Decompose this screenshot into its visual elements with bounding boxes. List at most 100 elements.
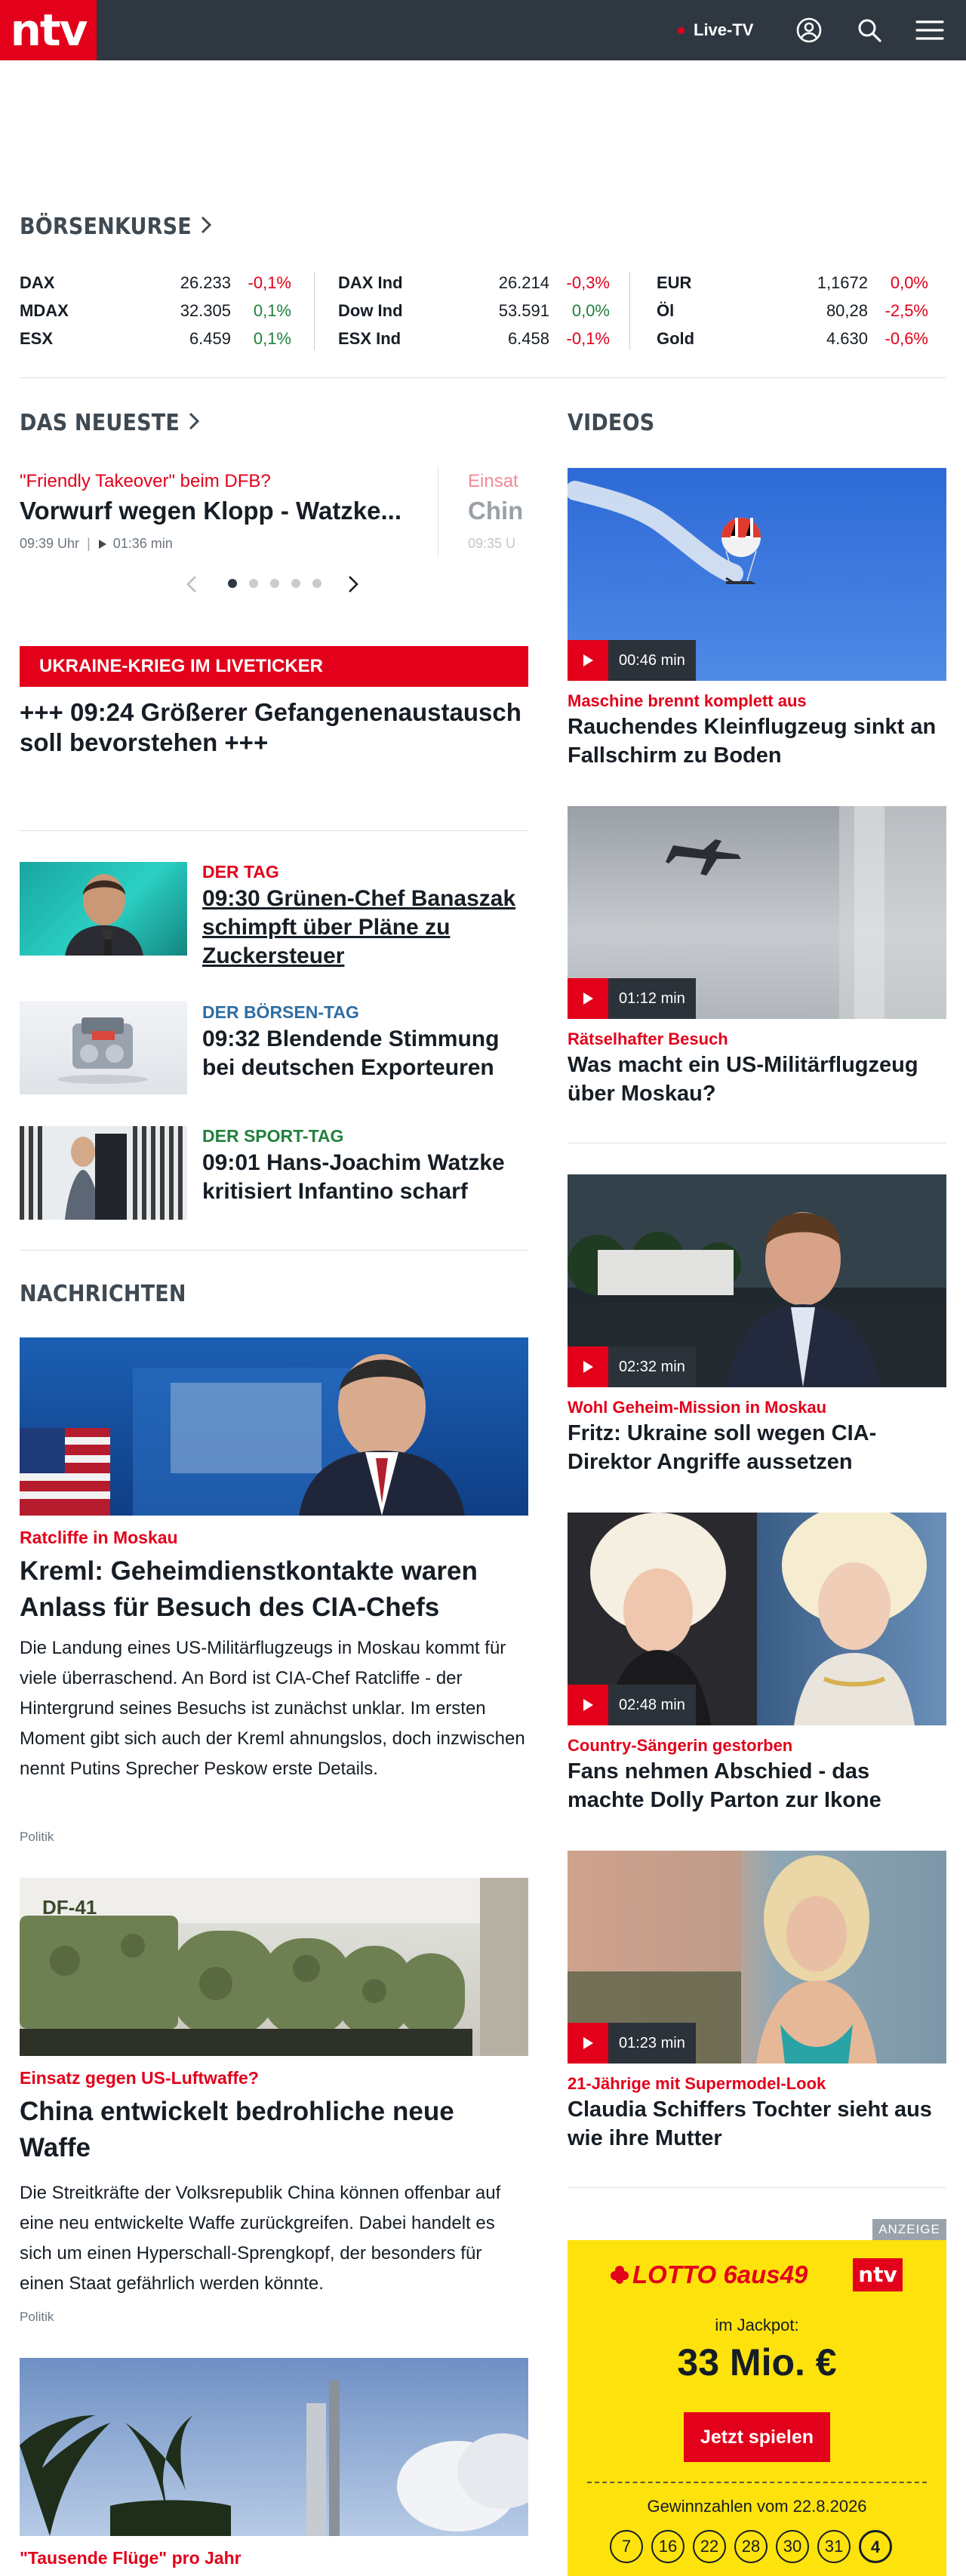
news-article-image[interactable] <box>20 1337 528 1516</box>
day-item-kicker: DER TAG <box>202 862 279 882</box>
video-thumbnail[interactable]: 01:12 min <box>568 806 946 1019</box>
carousel-dot[interactable] <box>249 579 258 588</box>
ad-ntv-logo: ntv <box>853 2258 903 2291</box>
menu-icon[interactable] <box>913 14 946 47</box>
market-value: 1,1672 <box>817 272 868 292</box>
liveticker-headline[interactable]: +++ 09:24 Größerer Gefangenenaustausch s… <box>20 697 533 758</box>
news-teaser: Die Streitkräfte der Volksrepublik China… <box>20 2183 501 2294</box>
clover-icon <box>610 2265 629 2285</box>
news-headline[interactable]: China entwickelt bedrohliche neue Waffe <box>20 2094 528 2166</box>
divider <box>20 830 528 831</box>
video-thumbnail[interactable]: 02:48 min <box>568 1505 946 1725</box>
market-row[interactable]: Öl 80,28 -2,5% <box>657 297 943 325</box>
video-duration: 00:46 min <box>608 640 696 681</box>
play-icon <box>98 539 107 549</box>
top-navigation-bar: ntv Live-TV <box>0 0 966 60</box>
carousel-dot[interactable] <box>312 579 321 588</box>
carousel-dot[interactable] <box>270 579 279 588</box>
latest-next-kicker: Einsat <box>468 471 518 491</box>
markets-title: BÖRSENKURSE <box>20 214 192 240</box>
market-row[interactable]: ESX 6.459 0,1% <box>20 325 306 352</box>
lotto-number: 7 <box>610 2530 643 2563</box>
day-item-kicker: DER BÖRSEN-TAG <box>202 1002 359 1022</box>
news-category[interactable]: Politik <box>20 1830 54 1845</box>
lotto-number: 16 <box>651 2530 685 2563</box>
day-item-headline[interactable]: 09:01 Hans-Joachim Watzke kritisiert Inf… <box>202 1149 531 1206</box>
carousel-next-button[interactable] <box>347 575 359 597</box>
video-headline[interactable]: Was macht ein US-Militärflugzeug über Mo… <box>568 1051 946 1108</box>
carousel-prev-button[interactable] <box>186 575 198 597</box>
day-item-thumbnail[interactable] <box>20 862 187 956</box>
play-icon <box>568 978 608 1019</box>
news-category[interactable]: Politik <box>20 2310 54 2325</box>
market-row[interactable]: EUR 1,1672 0,0% <box>657 269 943 297</box>
market-name: MDAX <box>20 300 69 320</box>
day-item-thumbnail[interactable] <box>20 1126 187 1220</box>
search-icon[interactable] <box>853 14 886 47</box>
day-item-kicker: DER SPORT-TAG <box>202 1126 344 1146</box>
video-headline[interactable]: Claudia Schiffers Tochter sieht aus wie … <box>568 2095 946 2153</box>
video-duration-badge: 01:12 min <box>568 978 696 1019</box>
chevron-right-icon <box>189 409 200 438</box>
latest-heading[interactable]: DAS NEUESTE <box>20 409 200 438</box>
latest-duration: 01:36 min <box>112 536 173 551</box>
videos-title: VIDEOS <box>568 410 655 436</box>
play-icon <box>568 1346 608 1387</box>
market-row[interactable]: MDAX 32.305 0,1% <box>20 297 306 325</box>
market-row[interactable]: Gold 4.630 -0,6% <box>657 325 943 352</box>
market-name: EUR <box>657 272 692 292</box>
divider <box>20 377 946 378</box>
divider <box>568 2187 946 2188</box>
day-item-thumbnail[interactable] <box>20 1001 187 1094</box>
market-change: 0,1% <box>253 328 291 348</box>
latest-item[interactable]: "Friendly Takeover" beim DFB? Vorwurf we… <box>20 466 427 557</box>
video-thumbnail[interactable]: 01:23 min <box>568 1851 946 2064</box>
winning-numbers-label: Gewinnzahlen vom 22.8.2026 <box>647 2497 867 2516</box>
markets-heading[interactable]: BÖRSENKURSE <box>20 213 212 242</box>
lotto-superzahl: 4 <box>859 2530 892 2563</box>
video-thumbnail[interactable]: 02:32 min <box>568 1174 946 1387</box>
carousel-dot[interactable] <box>291 579 300 588</box>
winning-numbers: 7 16 22 28 30 31 4 <box>610 2530 892 2563</box>
ntv-logo[interactable]: ntv <box>0 0 97 60</box>
divider <box>629 272 630 350</box>
video-headline[interactable]: Fritz: Ukraine soll wegen CIA-Direktor A… <box>568 1419 946 1476</box>
latest-time: 09:39 Uhr <box>20 536 80 551</box>
carousel-dots <box>228 579 321 588</box>
market-name: DAX Ind <box>338 272 403 292</box>
market-row[interactable]: ESX Ind 6.458 -0,1% <box>338 325 625 352</box>
market-row[interactable]: Dow Ind 53.591 0,0% <box>338 297 625 325</box>
video-duration-badge: 01:23 min <box>568 2023 696 2064</box>
video-headline[interactable]: Fans nehmen Abschied - das machte Dolly … <box>568 1757 946 1814</box>
video-headline[interactable]: Rauchendes Kleinflugzeug sinkt an Fallsc… <box>568 712 946 770</box>
news-article-image[interactable]: DF-41 <box>20 1878 528 2056</box>
video-duration-badge: 00:46 min <box>568 640 696 681</box>
play-icon <box>568 1685 608 1725</box>
play-lotto-button[interactable]: Jetzt spielen <box>684 2412 830 2462</box>
news-kicker: Ratcliffe in Moskau <box>20 1528 178 1547</box>
news-heading: NACHRICHTEN <box>20 1280 186 1309</box>
video-thumbnail[interactable]: 00:46 min <box>565 468 946 681</box>
ad-label: ANZEIGE <box>872 2219 946 2240</box>
liveticker-banner[interactable]: UKRAINE-KRIEG IM LIVETICKER <box>20 646 528 687</box>
market-row[interactable]: DAX Ind 26.214 -0,3% <box>338 269 625 297</box>
carousel-dot[interactable] <box>228 579 237 588</box>
market-row[interactable]: DAX 26.233 -0,1% <box>20 269 306 297</box>
news-kicker: "Tausende Flüge" pro Jahr <box>20 2548 242 2568</box>
news-teaser: Die Landung eines US-Militärflugzeugs in… <box>20 1638 525 1779</box>
user-icon[interactable] <box>792 14 826 47</box>
lotto-ad[interactable]: LOTTO 6aus49 ntv im Jackpot: 33 Mio. € J… <box>568 2240 946 2576</box>
market-name: DAX <box>20 272 55 292</box>
video-kicker: Maschine brennt komplett aus <box>568 691 807 710</box>
live-tv-link[interactable]: Live-TV <box>678 17 753 44</box>
news-headline[interactable]: Kreml: Geheimdienstkontakte waren Anlass… <box>20 1553 528 1626</box>
lotto-number: 28 <box>734 2530 768 2563</box>
market-value: 32.305 <box>180 300 231 320</box>
news-article-image[interactable] <box>20 2358 528 2536</box>
latest-next-item[interactable]: Einsat Chin 09:35 U <box>468 466 530 557</box>
day-item-headline[interactable]: 09:30 Grünen-Chef Banaszak schimpft über… <box>202 885 531 971</box>
market-change: -0,6% <box>884 328 928 348</box>
video-duration: 01:23 min <box>608 2023 696 2064</box>
live-tv-label: Live-TV <box>694 20 754 39</box>
day-item-headline[interactable]: 09:32 Blendende Stimmung bei deutschen E… <box>202 1025 531 1082</box>
